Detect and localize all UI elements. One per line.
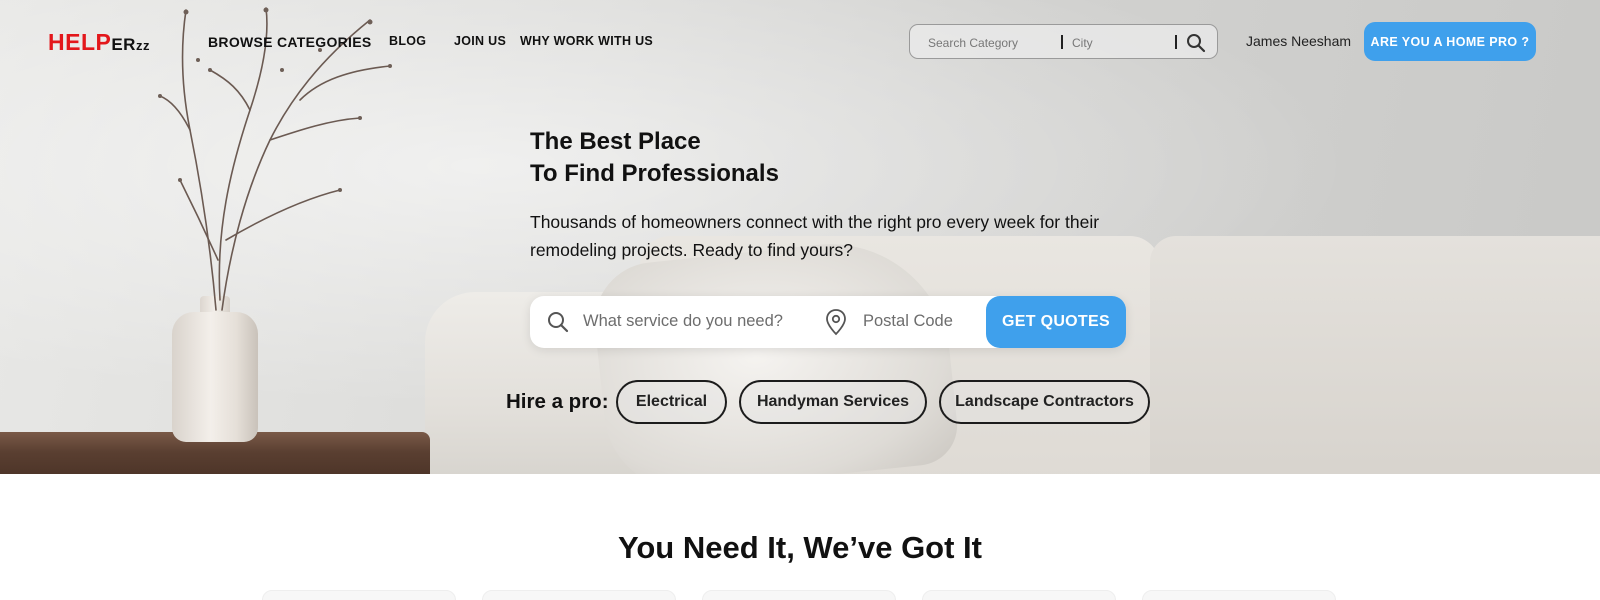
category-card[interactable] — [262, 590, 456, 600]
search-separator — [1175, 35, 1177, 49]
category-card[interactable] — [922, 590, 1116, 600]
hero-subtitle: Thousands of homeowners connect with the… — [530, 212, 1100, 260]
nav-join-us[interactable]: JOIN US — [454, 34, 506, 48]
user-name[interactable]: James Neesham — [1246, 33, 1351, 49]
sofa-back-right — [1150, 236, 1600, 474]
vase — [172, 312, 258, 442]
service-search-bar: What service do you need? Postal Code GE… — [530, 296, 1126, 348]
category-search-input[interactable]: Search Category — [928, 36, 1018, 50]
search-icon — [546, 310, 570, 339]
hire-a-pro-label: Hire a pro: — [506, 390, 609, 413]
chip-landscape-contractors[interactable]: Landscape Contractors — [939, 380, 1150, 424]
hero-title: The Best Place To Find Professionals — [530, 126, 779, 190]
service-input[interactable]: What service do you need? — [583, 312, 783, 331]
search-icon[interactable] — [1186, 33, 1206, 58]
logo[interactable]: HELPERzz — [48, 28, 150, 60]
location-pin-icon — [824, 308, 848, 341]
header-search-bar: Search Category City — [909, 24, 1218, 59]
logo-part-help: HELP — [48, 29, 112, 55]
nav-blog[interactable]: BLOG — [389, 34, 426, 48]
hero-title-line: The Best Place — [530, 128, 701, 155]
hero-title-line: To Find Professionals — [530, 160, 779, 187]
logo-part-zz: zz — [135, 38, 150, 53]
category-card[interactable] — [482, 590, 676, 600]
nav-why-work-with-us[interactable]: WHY WORK WITH US — [520, 34, 653, 48]
city-search-input[interactable]: City — [1072, 36, 1093, 50]
postal-code-input[interactable]: Postal Code — [863, 312, 953, 331]
home-pro-button[interactable]: ARE YOU A HOME PRO ? — [1364, 22, 1536, 61]
chip-electrical[interactable]: Electrical — [616, 380, 727, 424]
search-separator — [1061, 35, 1063, 49]
logo-part-er: ER — [111, 35, 136, 54]
chip-handyman-services[interactable]: Handyman Services — [739, 380, 927, 424]
nav-browse-categories[interactable]: BROWSE CATEGORIES — [208, 34, 372, 50]
category-card[interactable] — [702, 590, 896, 600]
section-title: You Need It, We’ve Got It — [617, 530, 982, 565]
get-quotes-button[interactable]: GET QUOTES — [986, 296, 1126, 348]
category-card[interactable] — [1142, 590, 1336, 600]
